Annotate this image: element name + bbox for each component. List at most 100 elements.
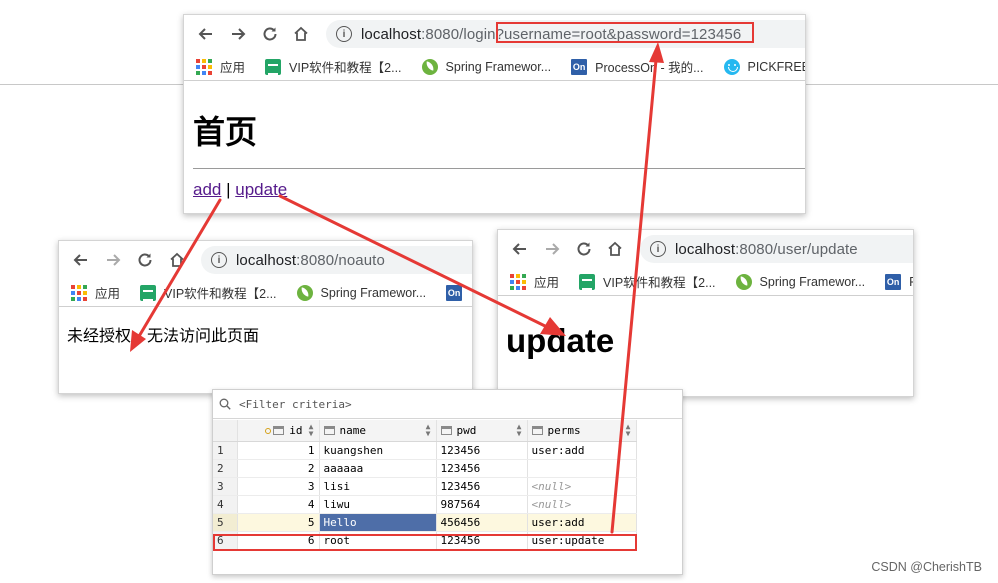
bookmark-pickfree[interactable]: PICKFREE [723,58,806,75]
spreadsheet-icon [140,284,157,301]
table-row[interactable]: 2 2 aaaaaa 123456 [213,459,637,478]
bookmark-label: PICKFREE [747,59,806,74]
link-separator: | [226,180,231,199]
column-header-id[interactable]: id ▲ ▼ [237,420,320,442]
table-row-selected[interactable]: 5 5 Hello 456456 user:add [213,513,637,532]
bookmark-processon[interactable]: On [446,284,470,301]
url-text: localhost:8080/noauto [236,252,385,269]
reload-icon [138,253,152,267]
bookmark-label: 应用 [220,61,246,75]
sort-icon[interactable]: ▲ ▼ [426,423,431,438]
reload-button[interactable] [260,24,280,44]
on-logo-icon: On [571,58,588,75]
column-header-name[interactable]: name ▲ ▼ [319,420,437,442]
bookmark-label: 应用 [534,276,560,290]
url-path: :8080/noauto [296,251,385,269]
add-link[interactable]: add [193,180,221,199]
bookmark-label: Spring Framewor... [759,274,866,289]
unauthorized-message: 未经授权，无法访问此页面 [67,328,260,345]
spring-leaf-icon [735,273,752,290]
forward-button[interactable] [103,250,123,270]
spreadsheet-icon [579,273,596,290]
row-number-header [213,420,238,442]
back-arrow-icon [198,28,212,40]
spring-leaf-icon [421,58,438,75]
page-content: 首页 add | update [184,82,805,213]
address-bar[interactable]: i localhost:8080/user/update [640,235,913,263]
bookmark-spring[interactable]: Spring Framewor... [735,273,866,290]
page-content: 未经授权，无法访问此页面 [59,308,472,393]
url-host: localhost [236,251,297,269]
forward-button[interactable] [542,239,562,259]
bookmarks-bar: 应用 VIP软件和教程【2... Spring Framewor... On P [498,268,913,296]
home-button[interactable] [167,250,187,270]
bookmark-label: Spring Framewor... [320,285,427,300]
bookmark-label: VIP软件和教程【2... [164,287,277,301]
table-row[interactable]: 1 1 kuangshen 123456 user:add [213,441,637,460]
key-icon [265,427,272,434]
home-icon [170,252,184,267]
spring-leaf-icon [296,284,313,301]
sort-icon[interactable]: ▲ ▼ [309,423,314,438]
column-header-perms[interactable]: perms ▲ ▼ [527,420,637,442]
filter-input[interactable]: <Filter criteria> [239,398,352,411]
bookmark-processon[interactable]: On P [885,273,913,290]
bookmark-processon[interactable]: On ProcessOn - 我的... [571,57,704,76]
url-host: localhost [361,25,422,43]
on-logo-icon: On [885,273,902,290]
sort-icon[interactable]: ▲ ▼ [626,423,631,438]
table-header-row: id ▲ ▼ name ▲ ▼ pwd ▲ ▼ perms ▲ ▼ [213,420,637,442]
smiley-icon [723,58,740,75]
home-button[interactable] [291,24,311,44]
column-icon [440,425,452,435]
reload-button[interactable] [135,250,155,270]
url-host: localhost [675,240,736,258]
bookmark-label: ProcessOn - 我的... [595,61,704,75]
filter-bar[interactable]: <Filter criteria> [213,390,682,419]
back-arrow-icon [73,254,87,266]
reload-button[interactable] [574,239,594,259]
apps-grid-icon [510,273,526,290]
selected-cell[interactable]: Hello [319,513,437,532]
info-icon: i [336,26,352,42]
table-row[interactable]: 4 4 liwu 987564 <null> [213,495,637,514]
back-button[interactable] [510,239,530,259]
bookmark-apps[interactable]: 应用 [71,283,120,302]
bookmark-apps[interactable]: 应用 [196,57,245,76]
reload-icon [577,242,591,256]
bookmark-vip[interactable]: VIP软件和教程【2... [140,283,277,302]
page-content: update [498,297,913,396]
browser-toolbar: i localhost:8080/user/update [498,230,913,268]
apps-grid-icon [196,58,212,75]
browser-window-update: i localhost:8080/user/update 应用 VIP软件和教程… [497,229,914,397]
back-button[interactable] [71,250,91,270]
url-params-highlight [496,22,754,43]
address-bar[interactable]: i localhost:8080/noauto [201,246,472,274]
forward-arrow-icon [232,28,246,40]
table-row[interactable]: 3 3 lisi 123456 <null> [213,477,637,496]
bookmark-vip[interactable]: VIP软件和教程【2... [265,57,402,76]
back-button[interactable] [196,24,216,44]
bookmark-apps[interactable]: 应用 [510,272,559,291]
info-icon: i [650,241,666,257]
search-icon [219,398,231,410]
bookmark-spring[interactable]: Spring Framewor... [421,58,552,75]
forward-button[interactable] [228,24,248,44]
bookmark-label: P [909,275,913,289]
url-text: localhost:8080/user/update [675,241,858,258]
update-link[interactable]: update [235,180,287,199]
column-header-pwd[interactable]: pwd ▲ ▼ [436,420,528,442]
bookmark-spring[interactable]: Spring Framewor... [296,284,427,301]
home-icon [608,241,622,256]
reload-icon [263,27,277,41]
bookmark-vip[interactable]: VIP软件和教程【2... [579,272,716,291]
home-button[interactable] [605,239,625,259]
column-icon [273,425,285,435]
forward-arrow-icon [546,243,560,255]
sort-icon[interactable]: ▲ ▼ [517,423,522,438]
browser-window-home: i localhost:8080/login?username=root&pas… [183,14,806,214]
home-icon [294,26,308,41]
info-icon: i [211,252,227,268]
page-title: 首页 [193,114,258,150]
bookmark-label: Spring Framewor... [445,59,552,74]
